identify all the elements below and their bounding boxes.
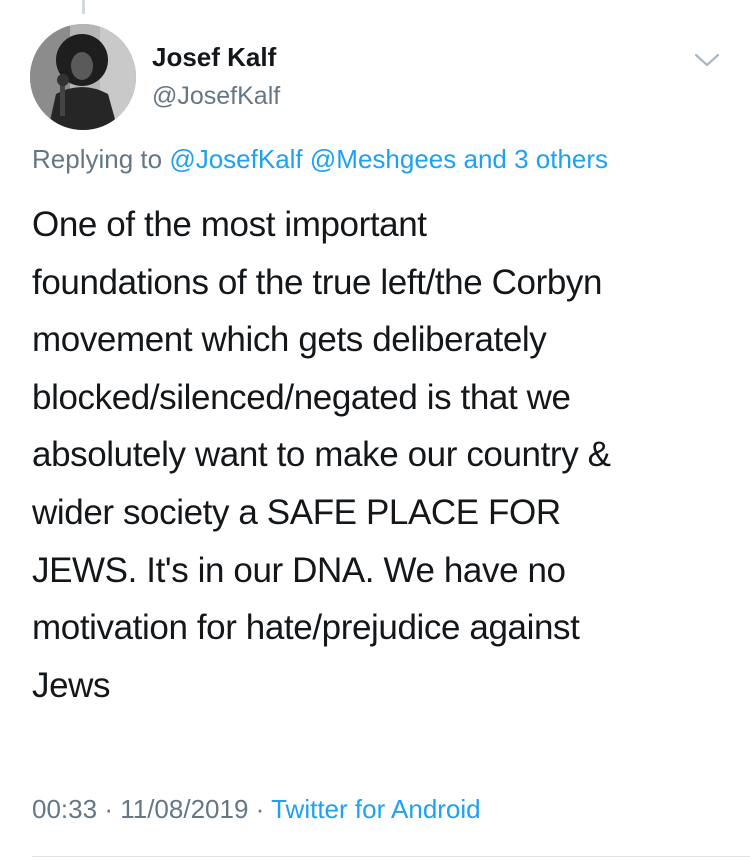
- tweet-source-link[interactable]: Twitter for Android: [271, 794, 481, 824]
- author-handle[interactable]: @JosefKalf: [152, 82, 280, 111]
- avatar[interactable]: [30, 24, 136, 130]
- tweet-text-line: foundations of the true left/the Corbyn: [32, 262, 603, 302]
- avatar-photo: [30, 24, 136, 130]
- thread-connector-line: [82, 0, 85, 14]
- chevron-down-icon[interactable]: [692, 50, 722, 70]
- tweet-date: 11/08/2019: [120, 794, 249, 824]
- author-display-name[interactable]: Josef Kalf: [152, 42, 276, 73]
- tweet-text: One of the most important foundations of…: [32, 196, 732, 714]
- meta-separator: ·: [104, 794, 113, 824]
- tweet-text-line: movement which gets deliberately: [32, 320, 547, 360]
- divider: [32, 856, 750, 857]
- tweet-text-line: wider society a SAFE PLACE FOR: [32, 492, 561, 532]
- tweet-text-line: Jews: [32, 665, 111, 705]
- tweet-meta: 00:33 · 11/08/2019 · Twitter for Android: [32, 794, 481, 825]
- tweet-text-line: motivation for hate/prejudice against: [32, 608, 580, 648]
- replying-to: Replying to @JosefKalf @Meshgees and 3 o…: [32, 144, 608, 175]
- tweet-text-line: JEWS. It's in our DNA. We have no: [32, 550, 566, 590]
- others-link[interactable]: and 3 others: [463, 144, 608, 174]
- tweet: Josef Kalf @JosefKalf Replying to @Josef…: [0, 0, 750, 861]
- mention-link[interactable]: @Meshgees: [310, 144, 456, 174]
- mention-link[interactable]: @JosefKalf: [169, 144, 302, 174]
- meta-separator: ·: [255, 794, 265, 824]
- tweet-time: 00:33: [32, 794, 98, 824]
- tweet-text-line: One of the most important: [32, 205, 427, 244]
- tweet-text-line: absolutely want to make our country &: [32, 435, 611, 475]
- tweet-text-line: blocked/silenced/negated is that we: [32, 377, 571, 417]
- replying-to-label: Replying to: [32, 144, 163, 174]
